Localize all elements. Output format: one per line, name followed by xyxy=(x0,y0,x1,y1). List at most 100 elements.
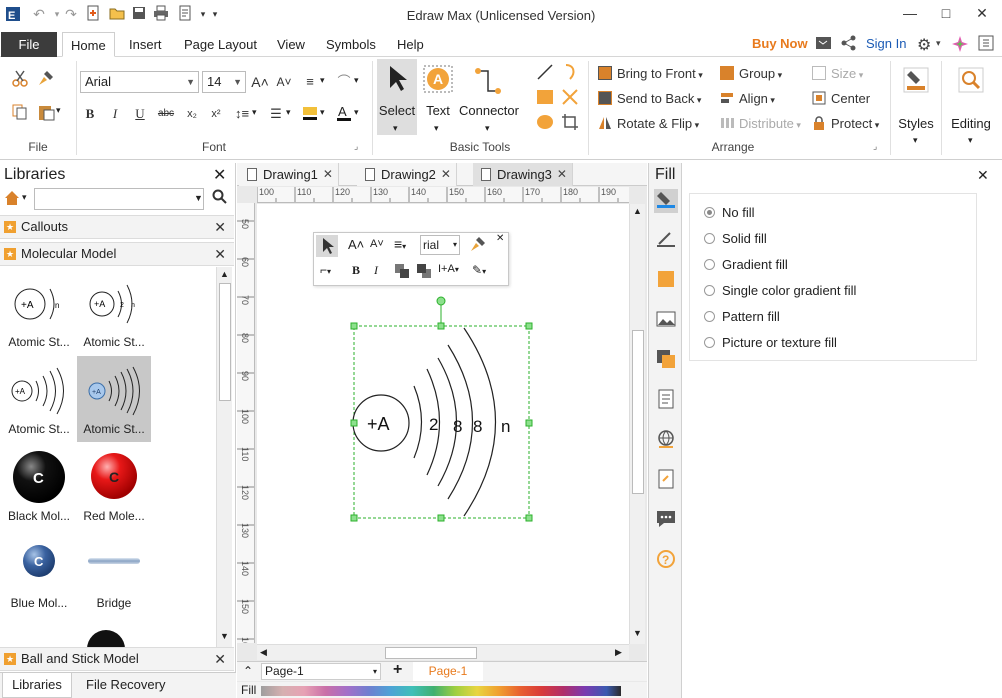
scroll-right-icon[interactable]: ▶ xyxy=(615,647,622,658)
fill-option-pattern[interactable]: Pattern fill xyxy=(704,307,780,327)
group-button[interactable]: Group ▾ xyxy=(720,65,782,84)
editing-button[interactable]: Editing ▾ xyxy=(946,61,996,151)
tab-file-recovery[interactable]: File Recovery xyxy=(86,673,165,698)
cross-tool-icon[interactable] xyxy=(560,88,580,108)
share-icon[interactable] xyxy=(841,35,857,54)
canvas-horizontal-scrollbar[interactable]: ◀ ▶ xyxy=(257,644,629,660)
library-section-ball-and-stick[interactable]: ★ Ball and Stick Model ✕ xyxy=(0,647,234,671)
library-section-callouts[interactable]: ★ Callouts ✕ xyxy=(0,215,234,239)
size-button[interactable]: Size ▾ xyxy=(812,65,863,84)
scroll-down-icon[interactable]: ▼ xyxy=(220,631,229,641)
spacing-dropdown-icon[interactable]: ▾ xyxy=(252,107,257,118)
fill-option-single-color-gradient[interactable]: Single color gradient fill xyxy=(704,281,856,301)
hyperlink-globe-icon[interactable] xyxy=(654,429,678,453)
mini-font-select[interactable]: rial ▾ xyxy=(420,235,460,255)
page-tab-page-1[interactable]: Page-1 xyxy=(413,662,483,681)
cart-icon[interactable] xyxy=(815,35,833,54)
grow-font-button[interactable]: A˄ xyxy=(348,237,364,252)
send-backward-icon[interactable] xyxy=(416,263,432,282)
shrink-font-button[interactable]: A˅ xyxy=(370,238,384,250)
theme-icon[interactable] xyxy=(951,35,969,56)
rotation-handle[interactable] xyxy=(436,296,446,306)
arc-tool-icon[interactable] xyxy=(560,63,580,83)
rotate-flip-button[interactable]: Rotate & Flip ▾ xyxy=(598,115,699,134)
shape-atomic-structure-3[interactable]: +A Atomic St... xyxy=(2,356,76,442)
ellipse-tool-icon[interactable] xyxy=(535,113,555,133)
radio[interactable] xyxy=(704,259,715,270)
strikethrough-button[interactable]: abc xyxy=(154,104,178,124)
bring-forward-icon[interactable] xyxy=(394,263,410,282)
line-style-icon[interactable] xyxy=(654,229,678,253)
color-swatches[interactable] xyxy=(261,686,621,696)
page-properties-icon[interactable] xyxy=(654,389,678,413)
radio[interactable] xyxy=(704,337,715,348)
connector-tool-button[interactable]: Connector ▾ xyxy=(458,59,520,135)
superscript-button[interactable]: x² xyxy=(206,104,226,124)
scrollbar-thumb[interactable] xyxy=(219,283,231,401)
shape-red-molecule[interactable]: C Red Mole... xyxy=(77,443,151,529)
italic-button[interactable]: I xyxy=(105,104,125,124)
radio[interactable] xyxy=(704,233,715,244)
bullets-dropdown-icon[interactable]: ▾ xyxy=(286,107,291,118)
send-to-back-button[interactable]: Send to Back ▾ xyxy=(598,90,701,109)
align-button[interactable]: Align ▾ xyxy=(720,90,775,109)
pointer-icon[interactable] xyxy=(316,235,338,257)
font-size-select[interactable]: 14 ▼ xyxy=(202,71,246,93)
font-color-icon[interactable]: A xyxy=(334,104,354,124)
tab-symbols[interactable]: Symbols xyxy=(318,32,384,57)
line-spacing-icon[interactable]: ↕≡ xyxy=(232,104,252,124)
close-window-button[interactable]: ✕ xyxy=(964,0,1000,26)
library-search-input[interactable] xyxy=(34,188,204,210)
home-dropdown-icon[interactable]: ▾ xyxy=(22,192,27,203)
file-menu[interactable]: File xyxy=(1,32,57,57)
buy-now-link[interactable]: Buy Now xyxy=(752,36,808,51)
close-fill-panel-icon[interactable]: ✕ xyxy=(977,167,989,184)
tab-drawing1[interactable]: Drawing1 ✕ xyxy=(239,163,339,186)
crop-tool-icon[interactable] xyxy=(560,113,580,133)
subscript-button[interactable]: x₂ xyxy=(182,104,202,124)
close-tab-icon[interactable]: ✕ xyxy=(441,163,451,186)
text-direction-icon[interactable]: ⌒ xyxy=(334,72,354,92)
distribute-button[interactable]: Distribute ▾ xyxy=(720,115,801,134)
close-section-icon[interactable]: ✕ xyxy=(214,216,226,238)
scrollbar-thumb[interactable] xyxy=(632,330,644,494)
align-dropdown-icon[interactable]: ▾ xyxy=(320,75,325,86)
fill-icon[interactable] xyxy=(654,189,678,213)
help-toolbar-icon[interactable] xyxy=(978,35,994,54)
select-tool-button[interactable]: Select ▾ xyxy=(377,59,417,135)
close-tab-icon[interactable]: ✕ xyxy=(323,163,333,186)
scrollbar-thumb[interactable] xyxy=(385,647,477,659)
atomic-structure-shape[interactable]: +A 2 8 8 n xyxy=(337,294,547,530)
tab-view[interactable]: View xyxy=(269,32,313,57)
radio-selected[interactable] xyxy=(704,207,715,218)
tab-libraries[interactable]: Libraries xyxy=(2,673,72,698)
font-family-select[interactable]: Arial ▼ xyxy=(80,71,199,93)
add-page-button[interactable]: + xyxy=(393,661,402,679)
align-text-icon[interactable]: ≡▾ xyxy=(394,236,406,252)
bullets-icon[interactable]: ☰ xyxy=(266,104,286,124)
fill-option-gradient[interactable]: Gradient fill xyxy=(704,255,788,275)
comment-icon[interactable] xyxy=(654,509,678,533)
close-tab-icon[interactable]: ✕ xyxy=(557,163,567,186)
library-section-molecular-model[interactable]: ★ Molecular Model ✕ xyxy=(0,242,234,266)
styles-button[interactable]: Styles ▾ xyxy=(893,61,939,151)
tab-insert[interactable]: Insert xyxy=(121,32,170,57)
layers-icon[interactable] xyxy=(654,349,678,373)
shape-black-molecule[interactable]: C Black Mol... xyxy=(2,443,76,529)
maximize-button[interactable]: □ xyxy=(928,0,964,26)
shrink-font-button[interactable]: A˅ xyxy=(274,72,294,92)
scroll-up-icon[interactable]: ▲ xyxy=(220,269,229,279)
arrange-dialog-launcher-icon[interactable]: ⌟ xyxy=(873,141,877,152)
collapse-pages-icon[interactable]: ⌃ xyxy=(243,664,253,678)
protect-button[interactable]: Protect ▾ xyxy=(812,115,879,134)
shape-partial-molecule[interactable] xyxy=(86,629,126,649)
shape-bridge[interactable]: Bridge xyxy=(77,530,151,616)
line-tool-icon[interactable] xyxy=(535,63,555,83)
shape-atomic-structure-1[interactable]: +A n Atomic St... xyxy=(2,269,76,355)
shadow-icon[interactable] xyxy=(654,269,678,293)
close-libraries-icon[interactable]: ✕ xyxy=(213,165,226,185)
scroll-down-icon[interactable]: ▼ xyxy=(633,628,642,638)
tab-home[interactable]: Home xyxy=(62,32,115,57)
bold-button[interactable]: B xyxy=(352,263,360,278)
tab-drawing3[interactable]: Drawing3 ✕ xyxy=(473,163,573,186)
